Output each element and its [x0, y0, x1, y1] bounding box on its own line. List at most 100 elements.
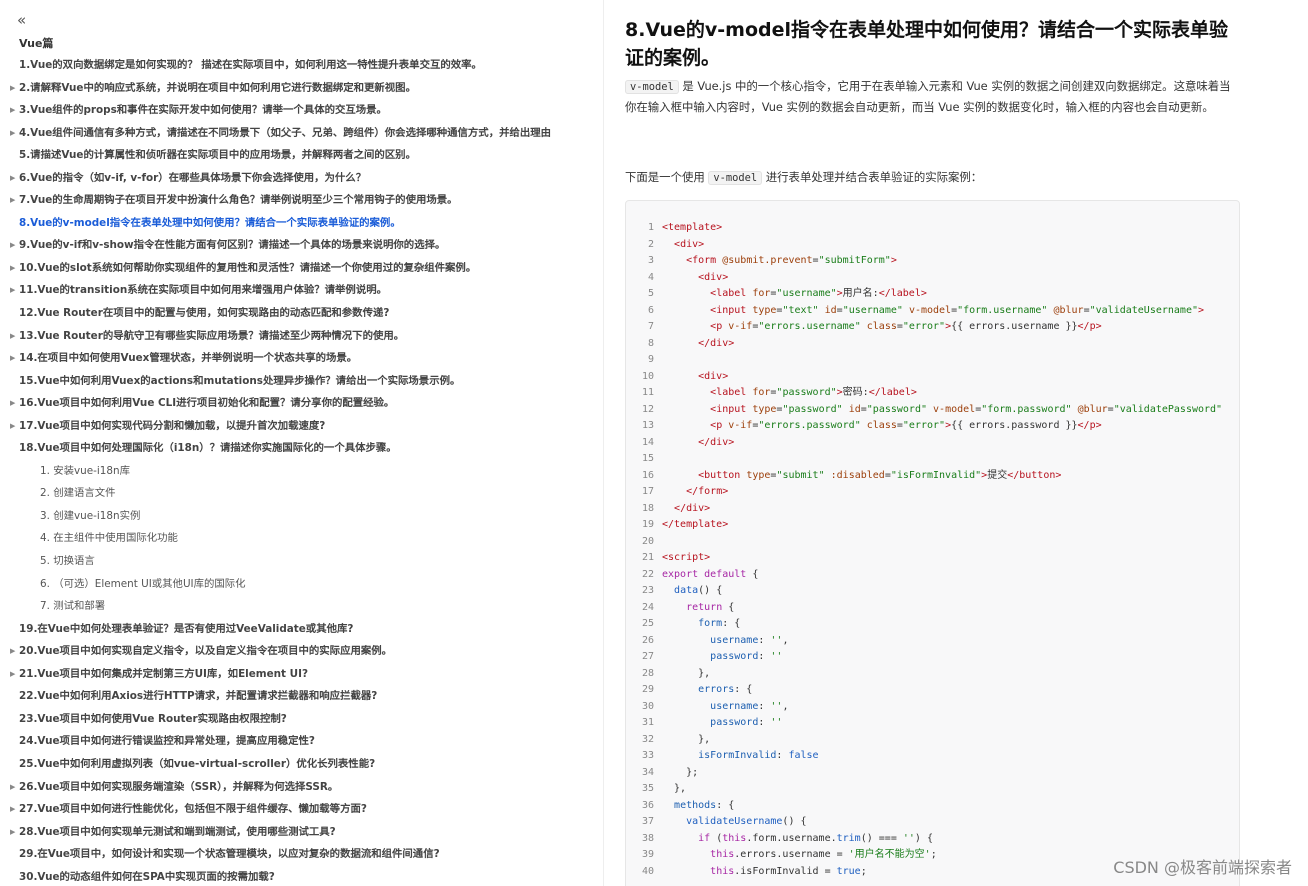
line-number: 26 — [641, 634, 654, 646]
sidebar-item-label: 19.在Vue中如何处理表单验证？是否有使用过VeeValidate或其他库? — [19, 622, 354, 635]
sidebar-item-label: 20.Vue项目中如何实现自定义指令，以及自定义指令在项目中的实际应用案例。 — [19, 645, 393, 658]
code-line: 11 <label for="password">密码:</label> — [626, 385, 1222, 402]
line-number: 25 — [641, 618, 654, 629]
inline-code: v-model — [708, 171, 763, 185]
sidebar-item[interactable]: ▶ 17.Vue项目中如何实现代码分割和懒加载，以提升首次加载速度? — [0, 415, 603, 438]
caret-right-icon[interactable]: ▶ — [10, 415, 15, 438]
sidebar-item-label: 14.在项目中如何使用Vuex管理状态，并举例说明一个状态共享的场景。 — [19, 352, 358, 365]
line-number: 1 — [647, 222, 654, 233]
sidebar-item[interactable]: ▶ 7.Vue的生命周期钩子在项目开发中扮演什么角色？请举例说明至少三个常用钩子的… — [0, 189, 603, 212]
sidebar-item-label: 3.Vue组件的props和事件在实际开发中如何使用？请举一个具体的交互场景。 — [19, 104, 387, 117]
sidebar-item[interactable]: 8.Vue的v-model指令在表单处理中如何使用？请结合一个实际表单验证的案例… — [0, 212, 603, 235]
caret-right-icon[interactable]: ▶ — [10, 167, 15, 190]
sidebar-item[interactable]: ▶ 13.Vue Router的导航守卫有哪些实际应用场景？请描述至少两种情况下的… — [0, 325, 603, 348]
caret-right-icon[interactable]: ▶ — [10, 798, 15, 821]
line-number: 35 — [641, 783, 654, 794]
line-number: 20 — [641, 535, 654, 547]
caret-right-icon[interactable]: ▶ — [10, 77, 15, 100]
sidebar-subitem[interactable]: 2. 创建语言文件 — [0, 482, 603, 505]
sidebar-item[interactable]: ▶ 21.Vue项目中如何集成并定制第三方UI库，如Element UI? — [0, 663, 603, 686]
sidebar-item-label: 13.Vue Router的导航守卫有哪些实际应用场景？请描述至少两种情况下的使… — [19, 329, 405, 342]
sidebar-item-label: 11.Vue的transition系统在实际项目中如何用来增强用户体验？请举例说… — [19, 284, 387, 297]
code-line: 36 methods: { — [626, 798, 1222, 815]
code-line: 4 <div> — [626, 270, 1222, 287]
caret-right-icon[interactable]: ▶ — [10, 821, 15, 844]
sidebar-item[interactable]: 29.在Vue项目中，如何设计和实现一个状态管理模块，以应对复杂的数据流和组件间… — [0, 843, 603, 866]
code-line: 3 <form @submit.prevent="submitForm"> — [626, 253, 1222, 270]
caret-right-icon[interactable]: ▶ — [10, 234, 15, 257]
caret-right-icon[interactable]: ▶ — [10, 279, 15, 302]
sidebar-item[interactable]: ▶ 11.Vue的transition系统在实际项目中如何用来增强用户体验？请举例… — [0, 279, 603, 302]
caret-right-icon[interactable]: ▶ — [10, 776, 15, 799]
sidebar-subitem[interactable]: 1. 安装vue-i18n库 — [0, 460, 603, 483]
sidebar-item[interactable]: ▶ 4.Vue组件间通信有多种方式，请描述在不同场景下（如父子、兄弟、跨组件）你会… — [0, 122, 603, 145]
sidebar-item[interactable]: ▶ 27.Vue项目中如何进行性能优化，包括但不限于组件缓存、懒加载等方面? — [0, 798, 603, 821]
sidebar-item[interactable]: ▶ 26.Vue项目中如何实现服务端渲染（SSR），并解释为何选择SSR。 — [0, 776, 603, 799]
sidebar-item[interactable]: ▶ 9.Vue的v-if和v-show指令在性能方面有何区别？请描述一个具体的场景… — [0, 234, 603, 257]
intro-paragraph: v-model 是 Vue.js 中的一个核心指令，它用于在表单输入元素和 Vu… — [625, 76, 1240, 117]
sidebar-item[interactable]: ▶ 14.在项目中如何使用Vuex管理状态，并举例说明一个状态共享的场景。 — [0, 347, 603, 370]
sidebar-item[interactable]: 24.Vue项目中如何进行错误监控和异常处理，提高应用稳定性? — [0, 730, 603, 753]
caret-right-icon[interactable]: ▶ — [10, 189, 15, 212]
caret-right-icon[interactable]: ▶ — [10, 392, 15, 415]
sidebar-item[interactable]: 23.Vue项目中如何使用Vue Router实现路由权限控制? — [0, 708, 603, 731]
line-number: 37 — [641, 816, 654, 827]
sidebar-item[interactable]: ▶ 10.Vue的slot系统如何帮助你实现组件的复用性和灵活性？请描述一个你使用… — [0, 257, 603, 280]
sidebar-item[interactable]: 19.在Vue中如何处理表单验证？是否有使用过VeeValidate或其他库? — [0, 618, 603, 641]
sidebar-item-label: 27.Vue项目中如何进行性能优化，包括但不限于组件缓存、懒加载等方面? — [19, 803, 367, 816]
sidebar-item[interactable]: ▶ 6.Vue的指令（如v-if, v-for）在哪些具体场景下你会选择使用，为什… — [0, 167, 603, 190]
line-number: 32 — [641, 733, 654, 745]
caret-right-icon[interactable]: ▶ — [10, 257, 15, 280]
sidebar-subitem[interactable]: 7. 测试和部署 — [0, 595, 603, 618]
caret-right-icon[interactable]: ▶ — [10, 347, 15, 370]
sidebar-subitem[interactable]: 6. （可选）Element UI或其他UI库的国际化 — [0, 573, 603, 596]
sidebar-subitem[interactable]: 4. 在主组件中使用国际化功能 — [0, 527, 603, 550]
code-line: 34 }; — [626, 765, 1222, 782]
sidebar-subitem[interactable]: 5. 切换语言 — [0, 550, 603, 573]
sidebar-item[interactable]: 1.Vue的双向数据绑定是如何实现的？ 描述在实际项目中，如何利用这一特性提升表… — [0, 54, 603, 77]
sidebar-item[interactable]: ▶ 16.Vue项目中如何利用Vue CLI进行项目初始化和配置？请分享你的配置经… — [0, 392, 603, 415]
sidebar-item-label: 25.Vue中如何利用虚拟列表（如vue-virtual-scroller）优化… — [19, 757, 376, 770]
line-number: 11 — [641, 387, 654, 398]
line-number: 18 — [641, 502, 654, 514]
sidebar-item[interactable]: 15.Vue中如何利用Vuex的actions和mutations处理异步操作？… — [0, 370, 603, 393]
caret-right-icon[interactable]: ▶ — [10, 663, 15, 686]
caret-right-icon[interactable]: ▶ — [10, 99, 15, 122]
code-line: 23 data() { — [626, 583, 1222, 600]
code-line: 29 errors: { — [626, 682, 1222, 699]
code-line: 26 username: '', — [626, 633, 1222, 650]
code-line: 12 <input type="password" id="password" … — [626, 402, 1222, 419]
sidebar-item[interactable]: 18.Vue项目中如何处理国际化（i18n）？请描述你实施国际化的一个具体步骤。 — [0, 437, 603, 460]
code-line: 16 <button type="submit" :disabled="isFo… — [626, 468, 1222, 485]
sidebar-item[interactable]: 30.Vue的动态组件如何在SPA中实现页面的按需加载? — [0, 866, 603, 886]
code-line: 37 validateUsername() { — [626, 814, 1222, 831]
sidebar-subitem[interactable]: 3. 创建vue-i18n实例 — [0, 505, 603, 528]
caret-right-icon[interactable]: ▶ — [10, 640, 15, 663]
code-line: 32 }, — [626, 732, 1222, 749]
sidebar-item-label: 6. （可选）Element UI或其他UI库的国际化 — [40, 577, 246, 590]
sidebar-item[interactable]: 12.Vue Router在项目中的配置与使用，如何实现路由的动态匹配和参数传递… — [0, 302, 603, 325]
sidebar-item[interactable]: ▶ 2.请解释Vue中的响应式系统，并说明在项目中如何利用它进行数据绑定和更新视图… — [0, 77, 603, 100]
code-line: 13 <p v-if="errors.password" class="erro… — [626, 418, 1222, 435]
sidebar-item[interactable]: ▶ 20.Vue项目中如何实现自定义指令，以及自定义指令在项目中的实际应用案例。 — [0, 640, 603, 663]
code-line: 18 </div> — [626, 501, 1222, 518]
sidebar-item[interactable]: 5.请描述Vue的计算属性和侦听器在实际项目中的应用场景，并解释两者之间的区别。 — [0, 144, 603, 167]
example-suffix: 进行表单处理并结合表单验证的实际案例： — [762, 170, 983, 184]
sidebar-item-label: 30.Vue的动态组件如何在SPA中实现页面的按需加载? — [19, 870, 275, 883]
watermark: CSDN @极客前端探索者 — [1113, 858, 1292, 877]
code-line: 31 password: '' — [626, 715, 1222, 732]
sidebar-item[interactable]: 22.Vue中如何利用Axios进行HTTP请求，并配置请求拦截器和响应拦截器? — [0, 685, 603, 708]
sidebar-item[interactable]: ▶ 3.Vue组件的props和事件在实际开发中如何使用？请举一个具体的交互场景。 — [0, 99, 603, 122]
sidebar-item[interactable]: 25.Vue中如何利用虚拟列表（如vue-virtual-scroller）优化… — [0, 753, 603, 776]
caret-right-icon[interactable]: ▶ — [10, 325, 15, 348]
sidebar-item-label: 10.Vue的slot系统如何帮助你实现组件的复用性和灵活性？请描述一个你使用过… — [19, 261, 477, 274]
code-block: 1 <template> 2 <div> 3 <form @submit.preven… — [625, 200, 1240, 886]
line-number: 38 — [641, 832, 654, 844]
line-number: 10 — [641, 370, 654, 382]
line-number: 8 — [647, 337, 654, 349]
example-paragraph: 下面是一个使用 v-model 进行表单处理并结合表单验证的实际案例： — [625, 167, 1240, 188]
sidebar-item[interactable]: ▶ 28.Vue项目中如何实现单元测试和端到端测试，使用哪些测试工具? — [0, 821, 603, 844]
chevron-double-left-icon[interactable]: « — [17, 11, 26, 29]
sidebar-item-label: 12.Vue Router在项目中的配置与使用，如何实现路由的动态匹配和参数传递… — [19, 307, 390, 320]
caret-right-icon[interactable]: ▶ — [10, 122, 15, 145]
